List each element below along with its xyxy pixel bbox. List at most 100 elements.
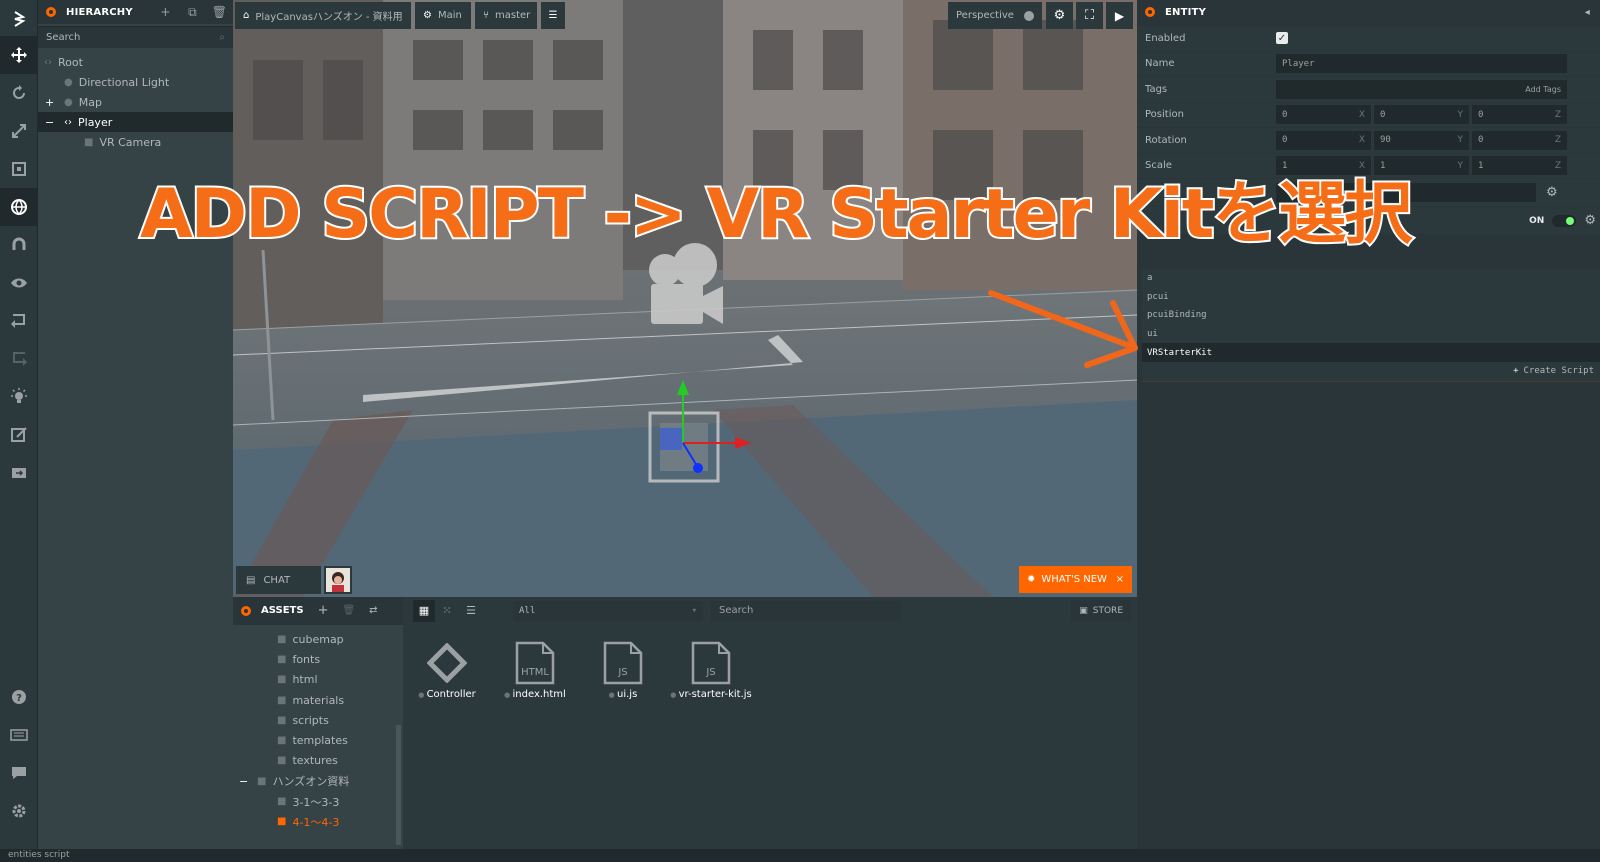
scale-z-field[interactable]: 1Z [1472, 156, 1567, 176]
launch-play-button[interactable]: ▶ [1106, 2, 1133, 29]
whats-new-label: WHAT'S NEW [1041, 574, 1107, 585]
asset-item-controller[interactable]: Controller [405, 637, 489, 700]
collapse-minus-icon[interactable]: − [239, 775, 248, 788]
status-bar: entities script [0, 849, 1600, 862]
camera-icon: ■ [84, 136, 94, 148]
enabled-checkbox[interactable]: ✓ [1276, 32, 1288, 45]
add-entity-icon[interactable]: + [152, 5, 179, 20]
folder-item[interactable]: ■ 3-1〜3-3 [233, 791, 403, 811]
folder-item[interactable]: ■ cubemap [233, 629, 403, 649]
folder-item-handson[interactable]: − ■ ハンズオン資料 [233, 771, 403, 791]
create-script-button[interactable]: + Create Script [1142, 361, 1600, 381]
tree-item-root[interactable]: ‹› Root [38, 52, 233, 72]
rotate-tool-icon[interactable] [0, 74, 38, 112]
tree-item-label: VR Camera [99, 135, 162, 149]
undo-icon[interactable] [0, 302, 38, 340]
position-x-field[interactable]: 0X [1276, 105, 1371, 125]
enable-toggle[interactable] [1552, 214, 1577, 227]
move-asset-icon[interactable]: ⇄ [369, 605, 377, 616]
rotation-y-field[interactable]: 90 Y [1374, 130, 1469, 150]
folder-item[interactable]: ■ textures [233, 751, 403, 771]
folder-item[interactable]: ■ scripts [233, 710, 403, 730]
collapse-minus-icon[interactable]: − [45, 116, 54, 129]
entity-title: ENTITY [1165, 6, 1207, 18]
asset-item-vr-starter-kit-js[interactable]: JS vr-starter-kit.js [669, 637, 753, 700]
folder-item[interactable]: ■ materials [233, 690, 403, 710]
redo-icon[interactable] [0, 340, 38, 378]
playcanvas-logo-icon[interactable] [0, 0, 38, 38]
position-z-field[interactable]: 0Z [1472, 105, 1567, 125]
tree-item-directional-light[interactable]: ● Directional Light [38, 72, 233, 92]
scale-tool-icon[interactable] [0, 112, 38, 150]
store-button[interactable]: ▣ STORE [1071, 599, 1131, 622]
asset-item-ui-js[interactable]: JS ui.js [581, 637, 665, 700]
feedback-icon[interactable] [0, 754, 38, 792]
hierarchy-search-input[interactable]: Search ⌕ [38, 26, 233, 48]
camera-mode-dropdown[interactable]: Perspective [948, 2, 1042, 29]
publish-icon[interactable] [0, 454, 38, 492]
panel-dot-icon [1145, 7, 1155, 17]
small-grid-view-icon[interactable]: ⁙ [435, 604, 459, 617]
fullscreen-button[interactable]: ⛶ [1076, 2, 1103, 29]
folder-scrollbar[interactable] [396, 725, 401, 845]
grid-view-icon[interactable]: ▦ [413, 599, 435, 622]
fullscreen-icon: ⛶ [1084, 8, 1095, 23]
script-option[interactable]: ui [1142, 324, 1600, 344]
close-icon[interactable]: × [1116, 574, 1124, 585]
tree-item-map[interactable]: + ● Map [38, 92, 233, 112]
folder-label: fonts [292, 652, 321, 666]
scene-select-button[interactable]: ⚙ Main [415, 2, 471, 29]
delete-entity-icon[interactable]: 🗑 [206, 5, 233, 20]
settings-gear-icon[interactable] [0, 792, 38, 830]
folder-item-selected[interactable]: ■ 4-1〜4-3 [233, 812, 403, 832]
delete-asset-icon[interactable]: 🗑 [342, 605, 355, 616]
resize-tool-icon[interactable] [0, 150, 38, 188]
world-space-icon[interactable] [0, 188, 38, 226]
snap-magnet-icon[interactable] [0, 226, 38, 264]
list-view-icon[interactable]: ☰ [459, 604, 483, 617]
tree-item-vr-camera[interactable]: ■ VR Camera [38, 132, 233, 152]
whats-new-button[interactable]: ✹ WHAT'S NEW × [1019, 566, 1132, 593]
code-editor-icon[interactable] [0, 416, 38, 454]
keyboard-shortcuts-icon[interactable] [0, 716, 38, 754]
chat-button[interactable]: ▤ CHAT [236, 566, 321, 594]
project-name-button[interactable]: ⌂ PlayCanvasハンズオン - 資料用 [235, 2, 411, 29]
create-script-label: Create Script [1523, 366, 1594, 377]
script-option[interactable]: a [1142, 269, 1600, 288]
gear-icon[interactable]: ⚙ [1546, 185, 1558, 200]
script-option[interactable]: pcuiBinding [1142, 306, 1600, 325]
tags-field[interactable]: Add Tags [1276, 79, 1567, 99]
gear-icon: ⚙ [423, 10, 432, 21]
asset-filter-dropdown[interactable]: All ▾ [513, 600, 703, 621]
help-icon[interactable]: ? [0, 678, 38, 716]
name-field[interactable]: Player [1276, 54, 1567, 74]
expand-plus-icon[interactable]: + [45, 96, 54, 109]
translate-tool-icon[interactable] [0, 36, 38, 74]
lightbulb-icon: ✹ [1027, 574, 1036, 585]
tree-item-player[interactable]: − ‹› Player [38, 112, 233, 132]
script-option[interactable]: pcui [1142, 287, 1600, 307]
folder-item[interactable]: ■ html [233, 670, 403, 690]
list-menu-button[interactable]: ☰ [541, 2, 565, 29]
asset-search-input[interactable]: Search [711, 600, 901, 621]
collapse-panel-icon[interactable]: ◂ [1585, 7, 1590, 18]
folder-item[interactable]: ■ templates [233, 730, 403, 750]
user-avatar[interactable] [324, 566, 352, 594]
duplicate-entity-icon[interactable]: ⧉ [179, 5, 206, 20]
gear-icon[interactable]: ⚙ [1584, 213, 1596, 228]
viewport-settings-button[interactable]: ⚙ [1046, 2, 1073, 29]
enabled-label: Enabled [1145, 32, 1186, 44]
rotation-x-field[interactable]: 0X [1276, 130, 1371, 150]
script-option-vrstarterkit[interactable]: VRStarterKit [1142, 343, 1600, 362]
asset-item-index-html[interactable]: HTML index.html [493, 637, 577, 700]
folder-item[interactable]: ■ fonts [233, 649, 403, 669]
branch-icon: ⑂ [483, 10, 489, 21]
position-y-field[interactable]: 0Y [1374, 105, 1469, 125]
focus-eye-icon[interactable] [0, 264, 38, 302]
script-option-label: ui [1147, 329, 1158, 340]
add-asset-icon[interactable]: + [318, 603, 329, 618]
branch-select-button[interactable]: ⑂ master [475, 2, 537, 29]
rotation-z-field[interactable]: 0Z [1472, 130, 1567, 150]
assets-title: ASSETS [261, 605, 304, 616]
lightmapper-bulb-icon[interactable] [0, 378, 38, 416]
